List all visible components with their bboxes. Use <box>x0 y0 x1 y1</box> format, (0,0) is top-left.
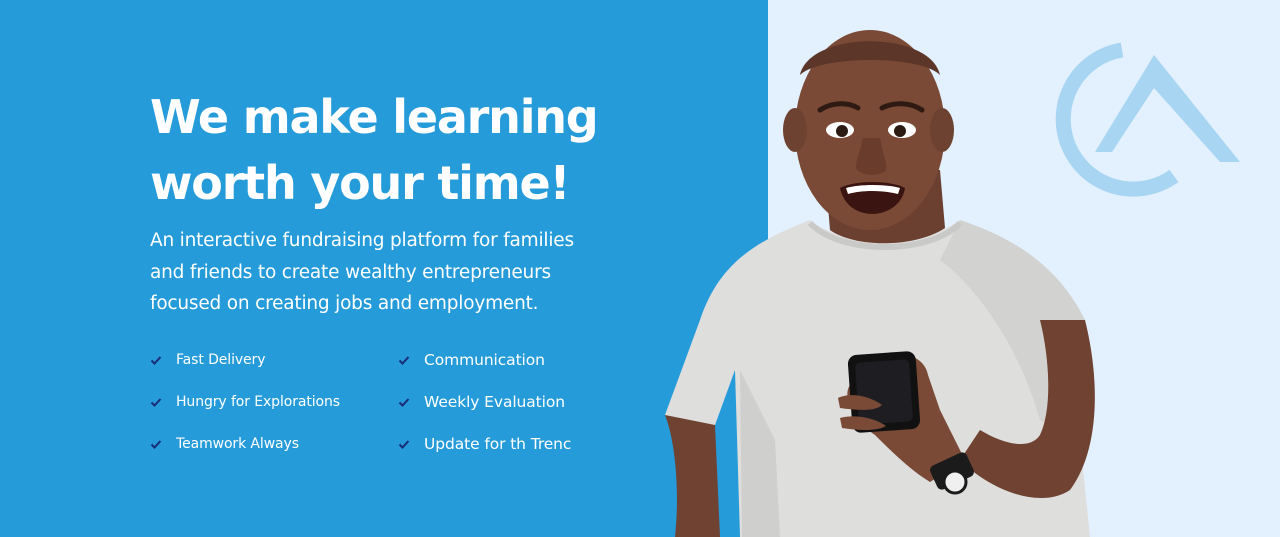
headline-line-1: We make learning <box>150 90 599 144</box>
feature-label: Update for th Trenc <box>424 435 572 453</box>
check-icon <box>150 440 162 449</box>
feature-list: Fast Delivery Communication Hungry for E… <box>150 345 580 471</box>
feature-label: Weekly Evaluation <box>424 393 565 411</box>
headline-line-2: worth your time! <box>150 156 570 210</box>
feature-item: Weekly Evaluation <box>398 387 580 417</box>
check-icon <box>398 440 410 449</box>
check-icon <box>150 356 162 365</box>
feature-item: Communication <box>398 345 580 375</box>
excited-man-with-phone-photo <box>665 30 1095 537</box>
feature-label: Hungry for Explorations <box>176 394 340 410</box>
feature-label: Fast Delivery <box>176 352 266 368</box>
feature-item: Update for th Trenc <box>398 429 580 459</box>
feature-item: Teamwork Always <box>150 429 398 459</box>
feature-item: Fast Delivery <box>150 345 398 375</box>
headline: We make learning worth your time! <box>150 84 620 216</box>
feature-item: Hungry for Explorations <box>150 387 398 417</box>
hero-section: We make learning worth your time! An int… <box>0 0 1280 537</box>
description: An interactive fundraising platform for … <box>150 225 600 320</box>
feature-label: Communication <box>424 351 545 369</box>
description-line-2: and friends to create wealthy entreprene… <box>150 261 551 283</box>
feature-label: Teamwork Always <box>176 436 299 452</box>
description-line-1: An interactive fundraising platform for … <box>150 230 574 251</box>
description-line-3: focused on creating jobs and employment. <box>150 293 539 314</box>
check-icon <box>150 398 162 407</box>
check-icon <box>398 356 410 365</box>
check-icon <box>398 398 410 407</box>
